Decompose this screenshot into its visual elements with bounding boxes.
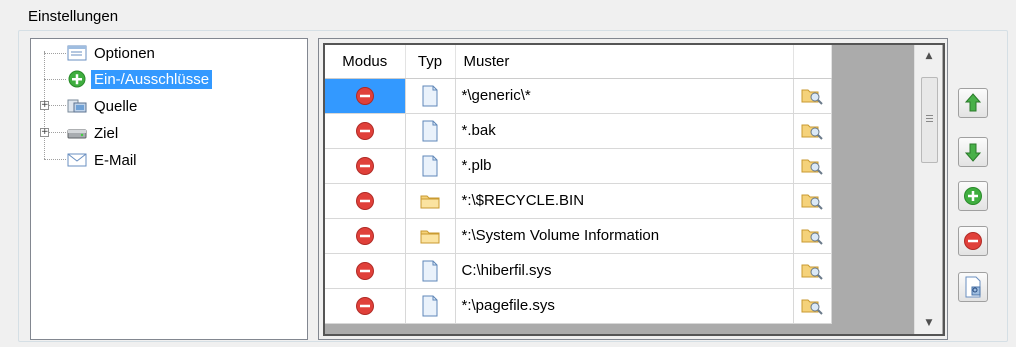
move-up-button[interactable] [958, 88, 988, 118]
exclude-icon [355, 226, 375, 246]
expand-source-toggle[interactable]: + [40, 101, 49, 110]
settings-group-title: Einstellungen [28, 8, 119, 25]
modus-cell[interactable] [325, 183, 406, 219]
column-header-typ[interactable]: Typ [405, 45, 456, 79]
tree-item-label: Ziel [94, 124, 119, 142]
browse-button[interactable] [793, 183, 832, 219]
browse-folder-icon [801, 296, 823, 316]
typ-cell[interactable] [405, 78, 456, 114]
browse-button[interactable] [793, 218, 832, 254]
table-row[interactable]: *.bak [325, 113, 832, 149]
expand-target-toggle[interactable]: + [40, 128, 49, 137]
options-icon [67, 45, 87, 61]
browse-button[interactable] [793, 113, 832, 149]
target-drive-icon [67, 129, 87, 139]
browse-button[interactable] [793, 78, 832, 114]
tree-item-label: Ein-/Ausschlüsse [91, 69, 213, 89]
scroll-thumb[interactable] [921, 77, 938, 163]
tree-item-ziel[interactable]: Ziel [67, 121, 121, 145]
tree-item-email[interactable]: E-Mail [67, 148, 140, 172]
typ-cell[interactable] [405, 113, 456, 149]
browse-button[interactable] [793, 253, 832, 289]
muster-cell[interactable]: *\generic\* [455, 78, 794, 114]
exclude-icon [355, 121, 375, 141]
file-icon [421, 120, 439, 142]
modus-cell[interactable] [325, 148, 406, 184]
file-icon [421, 85, 439, 107]
remove-icon [964, 232, 982, 250]
typ-cell[interactable] [405, 288, 456, 324]
source-computer-icon [67, 99, 87, 113]
browse-folder-icon [801, 121, 823, 141]
modus-cell[interactable] [325, 113, 406, 149]
tree-item-ein-ausschluesse[interactable]: Ein-/Ausschlüsse [67, 67, 213, 91]
patterns-table: Modus Typ Muster *\generic\* *.bak *.plb *:… [325, 45, 832, 324]
move-down-button[interactable] [958, 137, 988, 167]
column-header-muster[interactable]: Muster [455, 45, 794, 79]
preview-icon [965, 276, 981, 298]
file-icon [421, 295, 439, 317]
muster-cell[interactable]: C:\hiberfil.sys [455, 253, 794, 289]
exclude-icon [355, 296, 375, 316]
preview-button[interactable] [958, 272, 988, 302]
typ-cell[interactable] [405, 253, 456, 289]
browse-button[interactable] [793, 288, 832, 324]
exclude-icon [355, 261, 375, 281]
muster-cell[interactable]: *:\pagefile.sys [455, 288, 794, 324]
modus-cell[interactable] [325, 288, 406, 324]
column-header-browse [793, 45, 832, 79]
patterns-grid[interactable]: Modus Typ Muster *\generic\* *.bak *.plb *:… [323, 43, 945, 336]
scroll-down-arrow-icon[interactable]: ▼ [915, 312, 943, 334]
exclude-icon [355, 191, 375, 211]
muster-cell[interactable]: *.plb [455, 148, 794, 184]
modus-cell[interactable] [325, 253, 406, 289]
include-exclude-icon [68, 70, 86, 88]
muster-cell[interactable]: *:\$RECYCLE.BIN [455, 183, 794, 219]
muster-cell[interactable]: *:\System Volume Information [455, 218, 794, 254]
folder-icon [420, 192, 440, 210]
muster-cell[interactable]: *.bak [455, 113, 794, 149]
typ-cell[interactable] [405, 183, 456, 219]
arrow-up-icon [964, 93, 982, 112]
exclude-icon [355, 86, 375, 106]
tree-item-label: Optionen [94, 44, 155, 62]
exclude-icon [355, 156, 375, 176]
folder-icon [420, 227, 440, 245]
browse-folder-icon [801, 86, 823, 106]
tree-item-quelle[interactable]: Quelle [67, 94, 140, 118]
column-header-modus[interactable]: Modus [325, 45, 406, 79]
table-row[interactable]: *:\$RECYCLE.BIN [325, 183, 832, 219]
add-button[interactable] [958, 181, 988, 211]
scroll-up-arrow-icon[interactable]: ▲ [915, 45, 943, 67]
arrow-down-icon [964, 143, 982, 162]
tree-item-label: Quelle [94, 97, 138, 115]
table-row[interactable]: *:\pagefile.sys [325, 288, 832, 324]
email-icon [67, 153, 87, 167]
settings-tree[interactable]: + + Optionen Ein-/Ausschlüsse Quelle Zie… [30, 38, 308, 340]
grid-vertical-scrollbar[interactable]: ▲ ▼ [914, 45, 942, 334]
table-row[interactable]: *:\System Volume Information [325, 218, 832, 254]
remove-button[interactable] [958, 226, 988, 256]
browse-folder-icon [801, 261, 823, 281]
tree-item-label: E-Mail [94, 151, 137, 169]
table-row[interactable]: *.plb [325, 148, 832, 184]
browse-folder-icon [801, 156, 823, 176]
file-icon [421, 155, 439, 177]
file-icon [421, 260, 439, 282]
table-row[interactable]: C:\hiberfil.sys [325, 253, 832, 289]
browse-button[interactable] [793, 148, 832, 184]
browse-folder-icon [801, 191, 823, 211]
typ-cell[interactable] [405, 218, 456, 254]
tree-item-optionen[interactable]: Optionen [67, 41, 158, 65]
modus-cell[interactable] [325, 218, 406, 254]
browse-folder-icon [801, 226, 823, 246]
add-icon [964, 187, 982, 205]
table-row[interactable]: *\generic\* [325, 78, 832, 114]
modus-cell[interactable] [325, 78, 406, 114]
typ-cell[interactable] [405, 148, 456, 184]
